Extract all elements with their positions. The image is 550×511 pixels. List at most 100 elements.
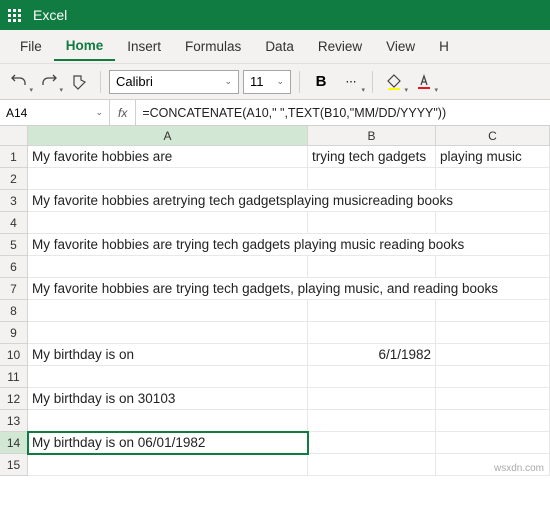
redo-button[interactable]: ▾ [36, 69, 62, 95]
cell-b13[interactable] [308, 410, 436, 432]
title-bar: Excel [0, 0, 550, 30]
row-header[interactable]: 10 [0, 344, 28, 366]
cell-a3[interactable]: My favorite hobbies aretrying tech gadge… [28, 190, 550, 212]
app-name: Excel [33, 7, 67, 23]
row-header[interactable]: 8 [0, 300, 28, 322]
row-header[interactable]: 12 [0, 388, 28, 410]
chevron-down-icon: ⌄ [224, 76, 232, 87]
name-box[interactable]: A14 ⌄ [0, 100, 110, 125]
row-header[interactable]: 11 [0, 366, 28, 388]
cell-b2[interactable] [308, 168, 436, 190]
cell-a14[interactable]: My birthday is on 06/01/1982 [28, 432, 308, 454]
apps-icon[interactable] [8, 9, 21, 22]
cell-c11[interactable] [436, 366, 550, 388]
col-header-a[interactable]: A [28, 126, 308, 146]
row-13: 13 [0, 410, 550, 432]
toolbar-separator [372, 71, 373, 93]
menu-data[interactable]: Data [253, 33, 306, 60]
format-painter-button[interactable] [66, 69, 92, 95]
cell-a4[interactable] [28, 212, 308, 234]
undo-button[interactable]: ▾ [6, 69, 32, 95]
cell-b9[interactable] [308, 322, 436, 344]
cell-c12[interactable] [436, 388, 550, 410]
cell-b14[interactable] [308, 432, 436, 454]
cell-b15[interactable] [308, 454, 436, 476]
cell-b1[interactable]: trying tech gadgets [308, 146, 436, 168]
font-size-select[interactable]: 11 ⌄ [243, 70, 291, 94]
cell-a11[interactable] [28, 366, 308, 388]
font-name-select[interactable]: Calibri ⌄ [109, 70, 239, 94]
cell-a1[interactable]: My favorite hobbies are [28, 146, 308, 168]
cell-c9[interactable] [436, 322, 550, 344]
fx-icon[interactable]: fx [110, 100, 136, 125]
menu-view[interactable]: View [374, 33, 427, 60]
cell-b6[interactable] [308, 256, 436, 278]
row-7: 7 My favorite hobbies are trying tech ga… [0, 278, 550, 300]
cell-a9[interactable] [28, 322, 308, 344]
row-header[interactable]: 1 [0, 146, 28, 168]
menu-insert[interactable]: Insert [115, 33, 173, 60]
cell-a5[interactable]: My favorite hobbies are trying tech gadg… [28, 234, 550, 256]
chevron-down-icon: ⌄ [95, 107, 103, 118]
fill-color-button[interactable]: ▾ [381, 69, 407, 95]
row-header[interactable]: 2 [0, 168, 28, 190]
cell-a8[interactable] [28, 300, 308, 322]
menu-home[interactable]: Home [54, 32, 116, 61]
col-header-c[interactable]: C [436, 126, 550, 146]
cell-b4[interactable] [308, 212, 436, 234]
row-header[interactable]: 7 [0, 278, 28, 300]
cell-c8[interactable] [436, 300, 550, 322]
cell-b8[interactable] [308, 300, 436, 322]
row-12: 12 My birthday is on 30103 [0, 388, 550, 410]
font-color-button[interactable]: ▾ [411, 69, 437, 95]
cell-a15[interactable] [28, 454, 308, 476]
row-9: 9 [0, 322, 550, 344]
cell-b12[interactable] [308, 388, 436, 410]
formula-bar: A14 ⌄ fx =CONCATENATE(A10," ",TEXT(B10,"… [0, 100, 550, 126]
bold-button[interactable]: B [308, 69, 334, 95]
watermark: wsxdn.com [494, 463, 544, 474]
menu-review[interactable]: Review [306, 33, 374, 60]
column-headers: A B C [0, 126, 550, 146]
cell-a10[interactable]: My birthday is on [28, 344, 308, 366]
row-header[interactable]: 9 [0, 322, 28, 344]
row-header[interactable]: 15 [0, 454, 28, 476]
row-15: 15 [0, 454, 550, 476]
cell-c13[interactable] [436, 410, 550, 432]
row-header[interactable]: 13 [0, 410, 28, 432]
select-all-corner[interactable] [0, 126, 28, 146]
cell-b10[interactable]: 6/1/1982 [308, 344, 436, 366]
cell-c4[interactable] [436, 212, 550, 234]
menu-formulas[interactable]: Formulas [173, 33, 253, 60]
row-header[interactable]: 3 [0, 190, 28, 212]
cell-c10[interactable] [436, 344, 550, 366]
grid-rows: 1 My favorite hobbies are trying tech ga… [0, 146, 550, 476]
more-format-button[interactable]: ⋯▾ [338, 69, 364, 95]
menu-help[interactable]: H [427, 33, 461, 60]
row-header[interactable]: 5 [0, 234, 28, 256]
cell-a13[interactable] [28, 410, 308, 432]
cell-a2[interactable] [28, 168, 308, 190]
cell-c14[interactable] [436, 432, 550, 454]
cell-c2[interactable] [436, 168, 550, 190]
formula-input[interactable]: =CONCATENATE(A10," ",TEXT(B10,"MM/DD/YYY… [136, 106, 550, 120]
chevron-down-icon: ⌄ [276, 76, 284, 87]
row-1: 1 My favorite hobbies are trying tech ga… [0, 146, 550, 168]
cell-a6[interactable] [28, 256, 308, 278]
cell-b11[interactable] [308, 366, 436, 388]
row-header[interactable]: 6 [0, 256, 28, 278]
row-4: 4 [0, 212, 550, 234]
font-name-value: Calibri [116, 74, 153, 89]
row-header[interactable]: 4 [0, 212, 28, 234]
menu-file[interactable]: File [8, 33, 54, 60]
row-header[interactable]: 14 [0, 432, 28, 454]
row-5: 5 My favorite hobbies are trying tech ga… [0, 234, 550, 256]
cell-c6[interactable] [436, 256, 550, 278]
name-box-value: A14 [6, 106, 27, 120]
font-size-value: 11 [250, 74, 264, 89]
col-header-b[interactable]: B [308, 126, 436, 146]
cell-a7[interactable]: My favorite hobbies are trying tech gadg… [28, 278, 550, 300]
cell-a12[interactable]: My birthday is on 30103 [28, 388, 308, 410]
cell-c1[interactable]: playing music [436, 146, 550, 168]
row-2: 2 [0, 168, 550, 190]
